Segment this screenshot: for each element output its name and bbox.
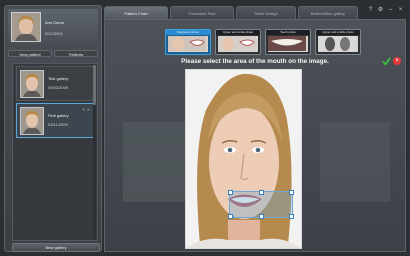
close-window-icon[interactable]: × (397, 7, 404, 14)
patient-id: 00123001 (45, 31, 63, 36)
photo-type-upper-smile[interactable]: Upper and smile photo (215, 29, 261, 55)
photo-type-upper-profile[interactable]: Upper and profile photo (315, 29, 361, 55)
resize-handle[interactable] (289, 190, 294, 195)
gallery-thumbnail (20, 107, 44, 135)
gallery-scrollbar[interactable] (93, 65, 96, 239)
gallery-item-selected[interactable]: ✎ ✕ First gallery 03/11/2009 (16, 103, 94, 138)
tab-before-after-gallery[interactable]: Before/After gallery (298, 6, 358, 20)
photo-type-teeth[interactable]: Teeth photo (265, 29, 311, 55)
photo-type-selector: Diagnostic photo Upper and smile photo T… (165, 29, 361, 55)
gallery-item-actions: ✎ ✕ (82, 107, 90, 112)
resize-handle[interactable] (228, 214, 233, 219)
resize-handle[interactable] (228, 190, 233, 195)
gallery-list[interactable]: Test gallery 09/02/2009 ✎ ✕ First galler… (12, 63, 98, 241)
patient-name: Ann Demo (45, 20, 64, 25)
new-patient-button[interactable]: New patient (8, 50, 52, 57)
minimize-icon[interactable]: – (387, 7, 394, 14)
new-gallery-button[interactable]: New gallery (12, 243, 100, 252)
tab-smile-design[interactable]: Smile Design (236, 6, 296, 20)
gallery-name: First gallery (48, 113, 69, 118)
gallery-date: 03/11/2009 (48, 122, 68, 127)
photo-type-thumbnail (218, 36, 258, 52)
photo-type-diagnostic[interactable]: Diagnostic photo (165, 29, 211, 55)
photo-type-label: Upper and smile photo (216, 30, 260, 35)
gallery-thumbnail (20, 70, 44, 98)
scroll-thumb[interactable] (93, 65, 96, 105)
patients-button[interactable]: Patients (54, 50, 98, 57)
background-photo-left (123, 122, 185, 202)
photo-type-thumbnail (268, 36, 308, 52)
background-photo-right (320, 122, 390, 202)
diagnostic-photo[interactable] (185, 69, 302, 249)
patient-profile[interactable]: Ann Demo 00123001 (8, 9, 98, 45)
photo-type-label: Teeth photo (266, 30, 310, 35)
patient-avatar (11, 12, 41, 42)
face-photo-image (186, 70, 301, 248)
resize-handle[interactable] (259, 190, 264, 195)
window-controls: ? ⚙ – × (367, 7, 404, 14)
resize-handle[interactable] (259, 214, 264, 219)
photo-type-label: Diagnostic photo (166, 30, 210, 35)
photo-type-label: Upper and profile photo (316, 30, 360, 35)
gallery-name: Test gallery (48, 76, 69, 81)
instruction-text: Please select the area of the mouth on t… (181, 58, 329, 65)
help-icon[interactable]: ? (367, 7, 374, 14)
patient-chart-panel: Diagnostic photo Upper and smile photo T… (104, 19, 406, 252)
gallery-item[interactable]: Test gallery 09/02/2009 (16, 66, 94, 101)
patient-panel: Ann Demo 00123001 New patient Patients T… (4, 5, 102, 252)
photo-type-thumbnail (168, 36, 208, 52)
check-icon[interactable] (382, 57, 391, 66)
mouth-selection-box[interactable] (228, 190, 294, 219)
photo-type-thumbnail (318, 36, 358, 52)
tab-patient-chart[interactable]: Patient Chart (104, 6, 168, 20)
gallery-date: 09/02/2009 (48, 85, 69, 90)
left-tabs: New patient Patients (8, 50, 98, 57)
tab-treatment-plan[interactable]: Treatment Plan (170, 6, 234, 20)
settings-icon[interactable]: ⚙ (377, 7, 384, 14)
close-icon[interactable]: × (393, 57, 401, 65)
resize-handle[interactable] (289, 214, 294, 219)
delete-icon[interactable]: ✕ (87, 107, 90, 112)
edit-icon[interactable]: ✎ (82, 107, 85, 112)
